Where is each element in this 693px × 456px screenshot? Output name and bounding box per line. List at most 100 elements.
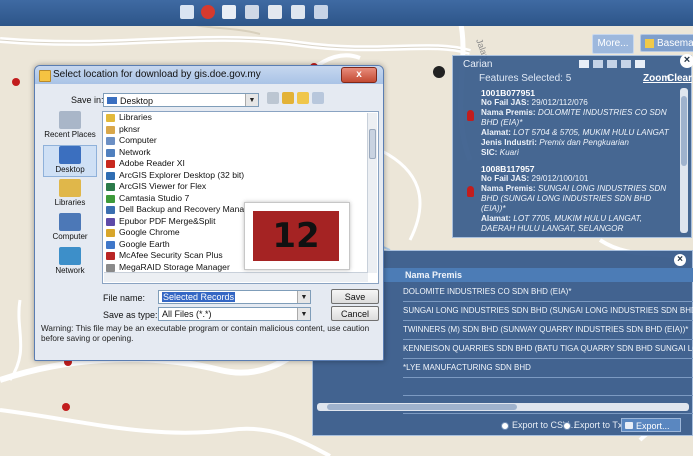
binoculars-icon[interactable] (593, 60, 603, 68)
basemap-button[interactable]: Basemap (640, 34, 693, 52)
place-network[interactable]: Network (43, 247, 97, 279)
table-horizontal-scrollbar[interactable] (317, 403, 689, 411)
file-name: Camtasia Studio 7 (119, 192, 190, 203)
file-name: Google Chrome (119, 227, 180, 237)
file-item[interactable]: ArcGIS Viewer for Flex (103, 181, 378, 193)
field-label: Nama Premis: (481, 184, 536, 193)
panel-tool-icons[interactable] (579, 59, 659, 69)
file-icon (106, 125, 115, 134)
result-field: Alamat: LOT 7705, MUKIM HULU LANGAT, DAE… (481, 214, 677, 233)
up-folder-icon[interactable] (282, 92, 294, 105)
clear-link[interactable]: Clear (667, 73, 692, 84)
stop-icon[interactable] (201, 5, 215, 19)
desktop-icon (107, 97, 117, 104)
radio-button[interactable] (501, 421, 509, 430)
file-item[interactable]: Computer (103, 135, 378, 147)
file-icon (106, 160, 115, 168)
place-computer[interactable]: Computer (43, 213, 97, 245)
book-icon[interactable] (222, 5, 236, 19)
map-marker[interactable] (62, 403, 70, 411)
field-label: Alamat: (481, 128, 512, 137)
back-icon[interactable] (267, 92, 279, 105)
scroll-thumb[interactable] (327, 404, 517, 410)
file-name: pknsr (119, 123, 141, 134)
field-value: LOT 5704 & 5705, MUKIM HULU LANGAT (511, 128, 669, 137)
field-label: Jenis Industri: (481, 138, 537, 147)
close-icon[interactable]: × (674, 254, 686, 266)
panel-title: Carian (463, 59, 493, 70)
result-field: SIC: Kuari (481, 148, 677, 158)
file-item[interactable]: Adobe Reader XI (103, 158, 378, 170)
table-row[interactable]: *LYE MANUFACTURING SDN BHD (403, 359, 693, 378)
close-icon[interactable]: × (680, 54, 693, 68)
result-field: Alamat: LOT 5704 & 5705, MUKIM HULU LANG… (481, 128, 677, 138)
zoom-icon[interactable] (607, 60, 617, 68)
radio-button[interactable] (563, 421, 571, 430)
layers-icon[interactable] (621, 60, 631, 68)
scroll-thumb[interactable] (369, 129, 376, 159)
close-button[interactable]: x (341, 67, 377, 83)
pin-icon[interactable] (268, 5, 282, 19)
result-scrollbar[interactable] (680, 88, 688, 233)
file-icon (106, 171, 115, 180)
place-desktop[interactable]: Desktop (43, 145, 97, 177)
dialog-title: Select location for download by gis.doe.… (53, 69, 261, 80)
scroll-thumb[interactable] (681, 96, 687, 166)
field-value: 29/012/100/101 (529, 174, 589, 183)
save-in-dropdown[interactable]: Desktop ▼ (103, 93, 259, 107)
field-value: Kuari (497, 148, 519, 157)
file-name: McAfee Security Scan Plus (119, 250, 223, 260)
save-icon (625, 422, 633, 429)
file-item[interactable]: Libraries (103, 112, 378, 124)
file-item[interactable]: Network (103, 147, 378, 159)
libraries-icon (59, 179, 81, 197)
file-icon (106, 217, 115, 226)
security-warning: Warning: This file may be an executable … (41, 324, 370, 343)
file-name: Computer (119, 135, 157, 145)
places-bar: Recent Places Desktop Libraries Computer Net… (43, 111, 97, 283)
dialog-titlebar[interactable]: Select location for download by gis.doe.… (35, 66, 383, 84)
result-item[interactable]: 1001B077951 No Fail JAS: 29/012/112/076 Na… (463, 88, 677, 158)
export-button[interactable]: Export... (621, 418, 681, 432)
binoculars-icon[interactable] (245, 5, 259, 19)
new-folder-icon[interactable] (297, 92, 309, 105)
place-label: Recent Places (44, 130, 96, 139)
measure-icon[interactable] (291, 5, 305, 19)
file-list-scrollbar[interactable] (367, 113, 377, 273)
save-as-type-select[interactable]: All Files (*.*) ▼ (158, 307, 311, 321)
chevron-down-icon[interactable]: ▼ (297, 291, 310, 303)
file-item[interactable]: ArcGIS Explorer Desktop (32 bit) (103, 170, 378, 182)
basemap-label: Basemap (657, 38, 693, 49)
export-button-label: Export... (636, 421, 670, 431)
features-selected-count: Features Selected: 5 (479, 73, 572, 84)
table-row[interactable]: SUNGAI LONG INDUSTRIES SDN BHD (SUNGAI L… (403, 302, 693, 321)
file-item[interactable]: pknsr (103, 124, 378, 136)
file-name-label: File name: (103, 293, 146, 303)
info-icon[interactable] (314, 5, 328, 19)
result-id: 1008B117957 (481, 164, 535, 174)
file-icon (106, 114, 115, 122)
table-row[interactable]: DOLOMITE INDUSTRIES CO SDN BHD (EIA)* (403, 283, 693, 302)
file-name-input[interactable]: Selected Records ▼ (158, 290, 311, 304)
save-button[interactable]: Save (331, 289, 379, 304)
list-icon[interactable] (180, 5, 194, 19)
file-icon (106, 263, 115, 272)
export-bar: Export to CSV... Export to Txt... Export… (313, 417, 693, 435)
field-label: No Fail JAS: (481, 98, 530, 107)
chevron-down-icon[interactable]: ▼ (245, 94, 258, 106)
file-name-value: Selected Records (162, 292, 236, 302)
chevron-down-icon[interactable]: ▼ (297, 308, 310, 320)
save-as-type-value: All Files (*.*) (162, 309, 212, 319)
minimize-icon[interactable] (635, 60, 645, 68)
table-icon[interactable] (579, 60, 589, 68)
view-menu-icon[interactable] (312, 92, 324, 105)
place-recent-places[interactable]: Recent Places (43, 111, 97, 143)
cancel-button[interactable]: Cancel (331, 306, 379, 321)
result-item[interactable]: 1008B117957 No Fail JAS: 29/012/100/101 Na… (463, 164, 677, 233)
map-marker[interactable] (12, 78, 20, 86)
table-row[interactable]: TWINNERS (M) SDN BHD (SUNWAY QUARRY INDU… (403, 321, 693, 340)
file-list-horizontal-scrollbar[interactable] (104, 272, 368, 282)
table-row[interactable]: KENNEISON QUARRIES SDN BHD (BATU TIGA QU… (403, 340, 693, 359)
more-button[interactable]: More... (592, 34, 634, 54)
place-libraries[interactable]: Libraries (43, 179, 97, 211)
